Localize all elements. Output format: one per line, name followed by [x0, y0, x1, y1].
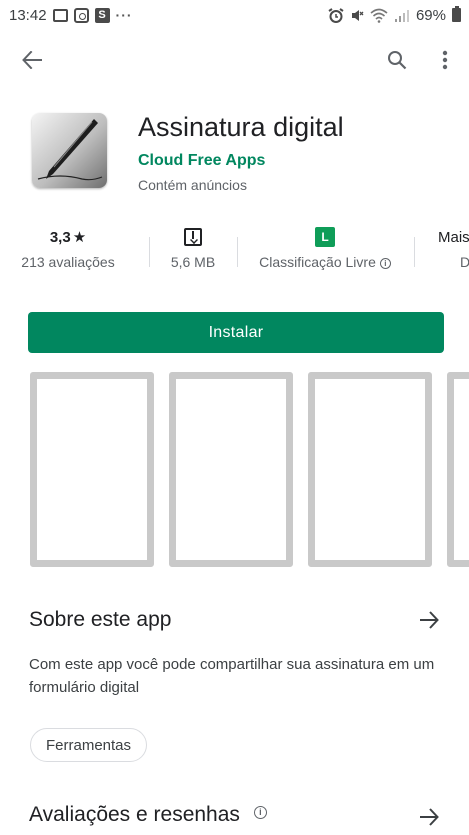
back-button[interactable]: [19, 47, 45, 73]
install-button[interactable]: Instalar: [28, 312, 444, 353]
reviews-arrow-button[interactable]: [418, 806, 440, 828]
screenshot-thumbnail[interactable]: [308, 372, 432, 567]
size-stat: 5,6 MB: [155, 226, 231, 270]
status-bar-right: 69%: [328, 6, 461, 24]
status-time: 13:42: [9, 6, 47, 24]
ads-notice: Contém anúncios: [138, 177, 247, 193]
more-stat-top: Mais: [438, 228, 469, 246]
battery-percent: 69%: [415, 6, 446, 24]
more-options-button[interactable]: [432, 47, 458, 73]
wifi-icon: [370, 8, 388, 23]
screenshot-carousel[interactable]: [28, 372, 469, 577]
stat-divider: [414, 237, 415, 267]
gallery-notification-icon: [52, 8, 68, 22]
info-icon: i: [379, 257, 391, 269]
screenshot-thumbnail[interactable]: [169, 372, 293, 567]
size-icon-row: [155, 226, 231, 248]
instagram-notification-icon: [73, 7, 89, 23]
alarm-icon: [328, 7, 344, 23]
reviews-section-title: Avaliações e resenhas i: [29, 803, 267, 827]
about-arrow-button[interactable]: [418, 609, 440, 631]
category-chip[interactable]: Ferramentas: [30, 728, 148, 762]
app-icon: [32, 113, 107, 188]
app-stats-row: 3,3 ★ 213 avaliações 5,6 MB L Classifica…: [0, 226, 469, 286]
content-rating-row: Classificação Livre i: [245, 254, 405, 270]
battery-icon: [452, 6, 461, 22]
more-stat: Mais D: [438, 226, 469, 271]
app-title: Assinatura digital: [138, 112, 344, 142]
stat-divider: [237, 237, 238, 267]
mute-icon: [351, 9, 364, 21]
more-notifications-icon: ···: [115, 7, 133, 23]
content-rating-badge-row: L: [245, 226, 405, 248]
arrow-left-icon: [22, 51, 42, 69]
search-button[interactable]: [384, 47, 410, 73]
about-description: Com este app você pode compartilhar sua …: [29, 656, 435, 696]
rating-value: 3,3: [49, 228, 71, 246]
content-rating-stat[interactable]: L Classificação Livre i: [245, 226, 405, 270]
developer-link[interactable]: Cloud Free Apps: [138, 152, 265, 170]
status-bar: 13:42 S ··· 69%: [0, 0, 469, 30]
arrow-right-icon: [420, 611, 439, 629]
star-icon: ★: [72, 229, 87, 246]
about-section-title: Sobre este app: [29, 608, 172, 631]
status-bar-left: 13:42 S ···: [9, 7, 133, 24]
info-icon[interactable]: i: [253, 805, 267, 819]
top-app-bar: [0, 30, 469, 90]
screenshot-thumbnail[interactable]: [447, 372, 469, 567]
pen-icon: [32, 113, 107, 188]
s-notification-icon: S: [94, 7, 110, 23]
arrow-right-icon: [420, 808, 439, 826]
reviews-title-text: Avaliações e resenhas: [29, 803, 240, 826]
signal-icon: [394, 9, 409, 22]
screenshot-thumbnail[interactable]: [30, 372, 154, 567]
stat-divider: [149, 237, 150, 267]
rating-stat[interactable]: 3,3 ★ 213 avaliações: [0, 226, 136, 271]
rating-value-row: 3,3 ★: [0, 226, 136, 248]
download-size: 5,6 MB: [170, 254, 216, 270]
content-rating-badge: L: [315, 227, 335, 247]
more-vert-icon: [442, 50, 448, 70]
more-stat-bottom: D: [460, 254, 469, 270]
rating-count: 213 avaliações: [21, 254, 115, 270]
search-icon: [388, 51, 407, 70]
content-rating-label: Classificação Livre: [259, 254, 376, 270]
download-icon: [184, 228, 202, 246]
